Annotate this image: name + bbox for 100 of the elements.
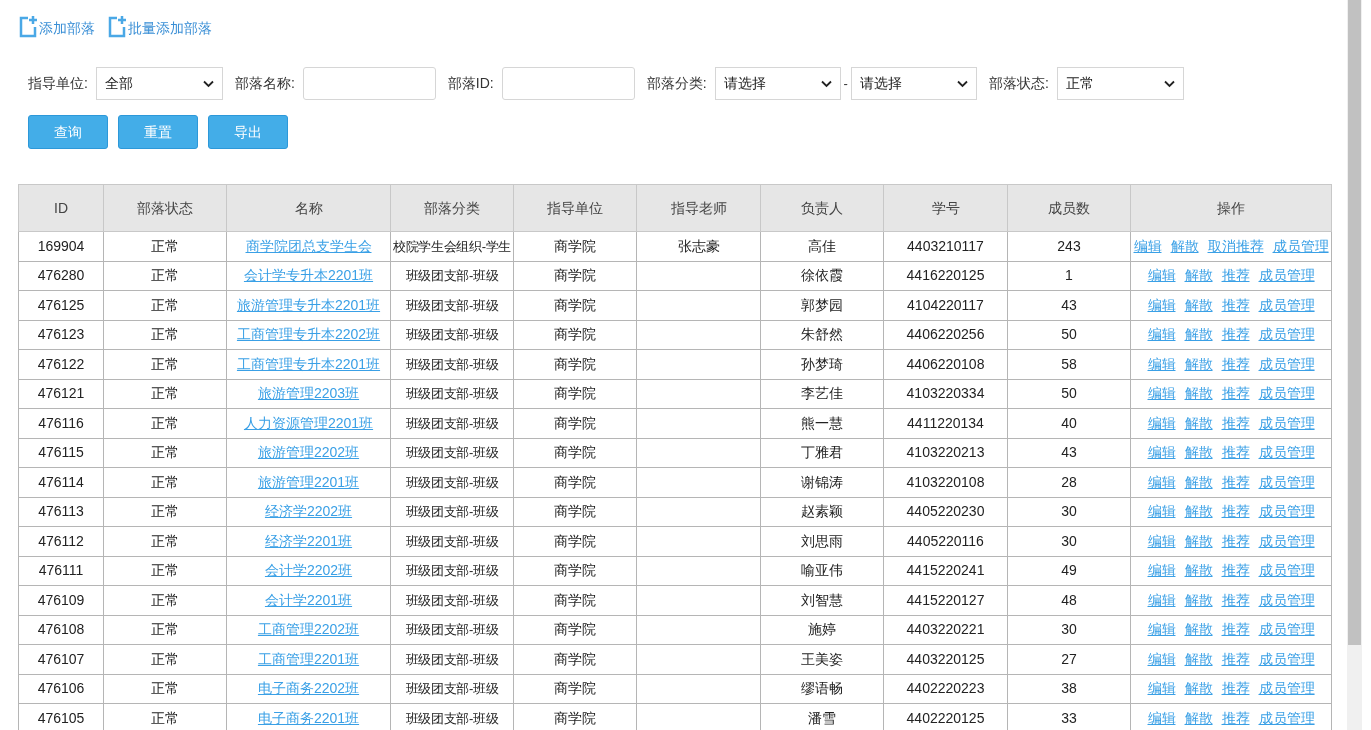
row-action-link[interactable]: 解散 <box>1184 530 1213 552</box>
range-separator: - <box>843 74 848 93</box>
row-action-link[interactable]: 解散 <box>1170 235 1199 257</box>
row-action-link[interactable]: 解散 <box>1184 383 1213 405</box>
table-cell: 4411220134 <box>907 414 984 431</box>
row-action-link[interactable]: 推荐 <box>1221 383 1250 405</box>
table-cell: 30 <box>1061 532 1077 549</box>
row-action-link[interactable]: 解散 <box>1184 707 1213 729</box>
row-action-link[interactable]: 解散 <box>1184 589 1213 611</box>
row-action-link[interactable]: 推荐 <box>1221 678 1250 700</box>
table-cell: 缪语畅 <box>801 680 843 697</box>
row-action-link[interactable]: 解散 <box>1184 678 1213 700</box>
filter-label: 部落ID: <box>447 74 494 93</box>
row-action-link[interactable]: 编辑 <box>1133 235 1162 257</box>
row-action-link[interactable]: 编辑 <box>1147 530 1176 552</box>
row-action-link[interactable]: 成员管理 <box>1258 294 1315 316</box>
row-action-link[interactable]: 成员管理 <box>1258 619 1315 641</box>
row-action-link[interactable]: 成员管理 <box>1258 501 1315 523</box>
row-action-link[interactable]: 推荐 <box>1221 501 1250 523</box>
row-action-link[interactable]: 编辑 <box>1147 353 1176 375</box>
row-action-link[interactable]: 编辑 <box>1147 383 1176 405</box>
dropdown-select[interactable]: 请选择 <box>714 67 841 100</box>
row-action-link[interactable]: 推荐 <box>1221 560 1250 582</box>
row-action-link[interactable]: 成员管理 <box>1258 324 1315 346</box>
row-action-link[interactable]: 编辑 <box>1147 412 1176 434</box>
row-action-link[interactable]: 成员管理 <box>1258 442 1315 464</box>
row-action-link[interactable]: 推荐 <box>1221 648 1250 670</box>
chevron-down-icon <box>202 79 214 88</box>
row-action-link[interactable]: 解散 <box>1184 294 1213 316</box>
table-cell: 张志豪 <box>677 237 720 254</box>
row-action-link[interactable]: 取消推荐 <box>1207 235 1264 257</box>
row-action-link[interactable]: 编辑 <box>1147 589 1176 611</box>
row-action-link[interactable]: 推荐 <box>1221 619 1250 641</box>
row-action-link[interactable]: 成员管理 <box>1258 412 1315 434</box>
row-action-link[interactable]: 编辑 <box>1147 648 1176 670</box>
table-cell: 刘智慧 <box>801 591 843 608</box>
row-action-link[interactable]: 成员管理 <box>1258 265 1315 287</box>
row-action-link[interactable]: 成员管理 <box>1272 235 1329 257</box>
table-cell: 班级团支部-班级 <box>405 563 499 579</box>
row-action-link[interactable]: 解散 <box>1184 324 1213 346</box>
row-action-link[interactable]: 推荐 <box>1221 530 1250 552</box>
filter-label: 指导单位: <box>28 74 88 93</box>
add-link[interactable]: 添加部落 <box>18 14 95 39</box>
row-action-link[interactable]: 解散 <box>1184 619 1213 641</box>
add-document-icon <box>18 14 38 39</box>
dropdown-select[interactable]: 请选择 <box>850 67 977 100</box>
row-action-link[interactable]: 编辑 <box>1147 471 1176 493</box>
row-action-link[interactable]: 解散 <box>1184 501 1213 523</box>
row-action-link[interactable]: 编辑 <box>1147 294 1176 316</box>
row-action-link[interactable]: 成员管理 <box>1258 530 1315 552</box>
row-action-link[interactable]: 推荐 <box>1221 707 1250 729</box>
row-action-link[interactable]: 推荐 <box>1221 294 1250 316</box>
dropdown-select[interactable]: 正常 <box>1056 67 1184 100</box>
row-action-link[interactable]: 解散 <box>1184 442 1213 464</box>
table-cell: 商学院 <box>554 473 596 490</box>
table-cell: 476123 <box>37 326 85 343</box>
row-action-link[interactable]: 编辑 <box>1147 442 1176 464</box>
row-action-link[interactable]: 成员管理 <box>1258 353 1315 375</box>
table-cell: 商学院 <box>554 709 596 726</box>
text-input-field[interactable] <box>302 67 436 100</box>
row-action-link[interactable]: 编辑 <box>1147 501 1176 523</box>
table-cell: 赵素颖 <box>801 503 843 520</box>
text-input-field[interactable] <box>501 67 635 100</box>
row-action-link[interactable]: 推荐 <box>1221 471 1250 493</box>
action-button[interactable]: 查询 <box>28 115 108 149</box>
row-action-link[interactable]: 解散 <box>1184 648 1213 670</box>
row-action-link[interactable]: 解散 <box>1184 412 1213 434</box>
row-action-link[interactable]: 解散 <box>1184 353 1213 375</box>
row-action-link[interactable]: 成员管理 <box>1258 648 1315 670</box>
row-action-link[interactable]: 推荐 <box>1221 589 1250 611</box>
row-action-link[interactable]: 成员管理 <box>1258 560 1315 582</box>
row-action-link[interactable]: 推荐 <box>1221 412 1250 434</box>
row-action-link[interactable]: 编辑 <box>1147 265 1176 287</box>
row-action-link[interactable]: 推荐 <box>1221 442 1250 464</box>
row-action-link[interactable]: 推荐 <box>1221 324 1250 346</box>
row-action-link[interactable]: 编辑 <box>1147 678 1176 700</box>
add-link[interactable]: 批量添加部落 <box>107 14 212 39</box>
table-cell: 班级团支部-班级 <box>405 445 499 461</box>
action-button[interactable]: 重置 <box>118 115 198 149</box>
row-action-link[interactable]: 编辑 <box>1147 707 1176 729</box>
table-cell: 商学院 <box>554 237 596 254</box>
row-action-link[interactable]: 推荐 <box>1221 265 1250 287</box>
row-action-link[interactable]: 推荐 <box>1221 353 1250 375</box>
action-button[interactable]: 导出 <box>208 115 288 149</box>
dropdown-select[interactable]: 全部 <box>95 67 223 100</box>
row-action-link[interactable]: 解散 <box>1184 560 1213 582</box>
filter-label: 部落名称: <box>234 74 295 93</box>
row-action-link[interactable]: 成员管理 <box>1258 471 1315 493</box>
row-action-link[interactable]: 编辑 <box>1147 560 1176 582</box>
row-action-link[interactable]: 编辑 <box>1147 619 1176 641</box>
row-action-link[interactable]: 成员管理 <box>1258 589 1315 611</box>
table-cell: 施婷 <box>808 621 836 638</box>
row-action-link[interactable]: 解散 <box>1184 471 1213 493</box>
table-cell: 朱舒然 <box>801 326 843 343</box>
row-action-link[interactable]: 解散 <box>1184 265 1213 287</box>
row-action-link[interactable]: 编辑 <box>1147 324 1176 346</box>
row-action-link[interactable]: 成员管理 <box>1258 678 1315 700</box>
row-action-link[interactable]: 成员管理 <box>1258 383 1315 405</box>
scrollbar-thumb[interactable] <box>1348 0 1361 645</box>
row-action-link[interactable]: 成员管理 <box>1258 707 1315 729</box>
